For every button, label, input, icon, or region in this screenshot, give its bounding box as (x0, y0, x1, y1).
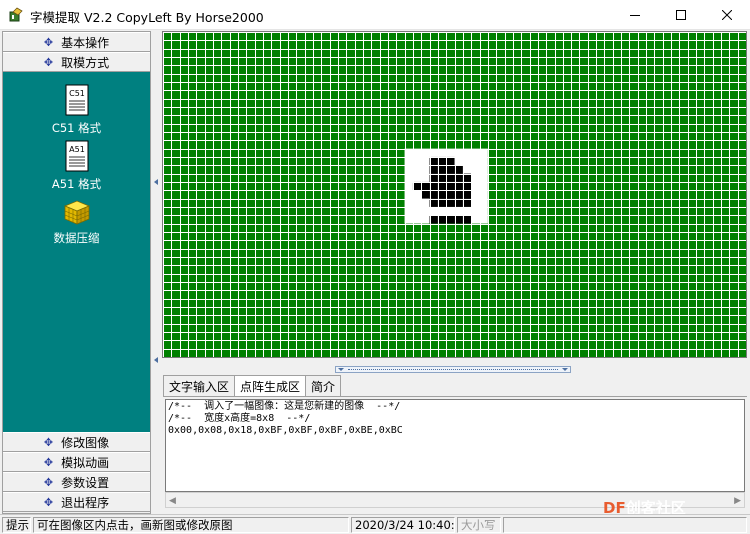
plus-icon: ✥ (43, 495, 54, 509)
horizontal-splitter[interactable] (335, 366, 571, 373)
pixel (437, 190, 447, 199)
parameter-settings-button[interactable]: ✥ 参数设置 (3, 472, 150, 492)
simulate-animation-button[interactable]: ✥ 模拟动画 (3, 452, 150, 472)
window-title: 字模提取 V2.2 CopyLeft By Horse2000 (30, 10, 264, 25)
output-line: 0x00,0x08,0x18,0xBF,0xBF,0xBF,0xBE,0xBC (168, 425, 403, 436)
pixel (462, 190, 472, 199)
pixel (421, 190, 430, 199)
status-bar: 提示 可在图像区内点击，画新图或修改原图 2020/3/24 10:40:02 … (0, 514, 750, 534)
tab-text-input[interactable]: 文字输入区 (163, 375, 236, 396)
collapse-left-arrow-icon[interactable] (152, 178, 160, 186)
c51-format-label: C51 格式 (51, 121, 102, 135)
c51-document-icon: C51 (65, 84, 88, 116)
collapse-down-arrow-icon[interactable] (561, 366, 569, 373)
plus-icon: ✥ (43, 475, 54, 489)
pixel (446, 190, 455, 199)
svg-text:C51: C51 (69, 89, 85, 98)
pixel (462, 215, 472, 224)
parameter-settings-label: 参数设置 (61, 475, 110, 490)
pixel (446, 215, 455, 224)
maximize-icon (676, 10, 686, 20)
pixel (437, 181, 447, 191)
maximize-button[interactable] (658, 0, 704, 30)
app-icon (9, 7, 23, 22)
close-button[interactable] (704, 0, 750, 30)
plus-icon: ✥ (43, 455, 54, 469)
extraction-mode-label: 取模方式 (61, 55, 110, 70)
a51-format-tool[interactable]: A51 A51 格式 (3, 140, 150, 192)
a51-document-icon: A51 (65, 140, 88, 172)
pixel (412, 181, 422, 191)
left-panel: ✥ 基本操作 ✥ 取模方式 C51 C51 格式 A51 A51 格式 数据压缩… (2, 31, 151, 514)
pixel (437, 215, 447, 224)
caps-indicator: 大小写 (457, 517, 501, 533)
output-line: /*-- 宽度x高度=8x8 --*/ (168, 413, 311, 424)
modify-image-button[interactable]: ✥ 修改图像 (3, 432, 150, 452)
collapse-down-arrow-icon[interactable] (337, 366, 345, 373)
cube-compress-icon (63, 200, 90, 225)
c51-format-tool[interactable]: C51 C51 格式 (3, 84, 150, 136)
pixel (446, 181, 455, 191)
pixel (437, 165, 447, 174)
minimize-button[interactable] (612, 0, 658, 30)
a51-format-label: A51 格式 (51, 177, 102, 191)
scroll-left-icon[interactable]: ◀ (169, 496, 176, 506)
pixel (421, 181, 430, 191)
exit-program-button[interactable]: ✥ 退出程序 (3, 492, 150, 512)
data-compress-tool[interactable]: 数据压缩 (3, 198, 150, 246)
tab-bar: 文字输入区 点阵生成区 简介 (163, 375, 342, 397)
vertical-splitter[interactable] (152, 31, 162, 514)
pixel (437, 156, 447, 166)
exit-program-label: 退出程序 (61, 495, 110, 510)
minimize-icon (630, 15, 640, 16)
status-spare (503, 517, 747, 533)
scroll-right-icon[interactable]: ▶ (734, 496, 741, 506)
svg-text:A51: A51 (69, 145, 85, 154)
basic-operations-button[interactable]: ✥ 基本操作 (3, 32, 150, 52)
status-message: 可在图像区内点击，画新图或修改原图 (33, 517, 349, 533)
pixel (446, 156, 455, 166)
plus-icon: ✥ (43, 55, 54, 69)
status-datetime: 2020/3/24 10:40:02 (351, 517, 455, 533)
tab-divider (163, 396, 747, 397)
basic-operations-label: 基本操作 (61, 35, 110, 50)
plus-icon: ✥ (43, 35, 54, 49)
extraction-mode-button[interactable]: ✥ 取模方式 (3, 52, 150, 72)
status-label: 提示 (2, 517, 31, 533)
output-line: /*-- 调入了一幅图像：这是您新建的图像 --*/ (168, 401, 401, 412)
pixel (446, 165, 455, 174)
pixel (462, 181, 472, 191)
code-output[interactable]: /*-- 调入了一幅图像：这是您新建的图像 --*//*-- 宽度x高度=8x8… (165, 399, 745, 492)
data-compress-label: 数据压缩 (53, 231, 100, 245)
tool-area: C51 C51 格式 A51 A51 格式 数据压缩 (3, 72, 150, 462)
pixel-grid[interactable] (163, 32, 746, 357)
close-icon (722, 10, 732, 20)
plus-icon: ✥ (43, 435, 54, 449)
title-bar[interactable]: 字模提取 V2.2 CopyLeft By Horse2000 (0, 0, 750, 30)
tab-dot-matrix[interactable]: 点阵生成区 (234, 375, 307, 397)
tab-intro[interactable]: 简介 (305, 375, 342, 396)
modify-image-label: 修改图像 (61, 435, 110, 450)
simulate-animation-label: 模拟动画 (61, 455, 110, 470)
collapse-left-arrow-icon[interactable] (152, 356, 160, 364)
